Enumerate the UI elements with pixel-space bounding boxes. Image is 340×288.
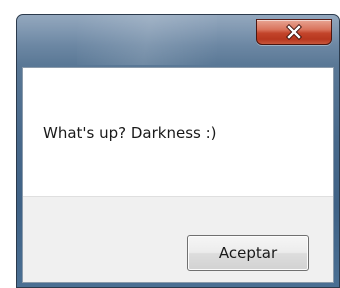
message-area: What's up? Darkness :) — [23, 68, 333, 196]
accept-button[interactable]: Aceptar — [187, 235, 309, 271]
message-dialog: What's up? Darkness :) Aceptar — [16, 14, 340, 288]
dialog-content: What's up? Darkness :) Aceptar — [22, 67, 334, 283]
button-panel: Aceptar — [23, 196, 333, 282]
title-bar[interactable] — [17, 15, 339, 67]
close-icon — [286, 24, 302, 40]
screen: What's up? Darkness :) Aceptar — [0, 0, 340, 288]
close-button[interactable] — [256, 19, 332, 45]
message-text: What's up? Darkness :) — [43, 124, 217, 142]
